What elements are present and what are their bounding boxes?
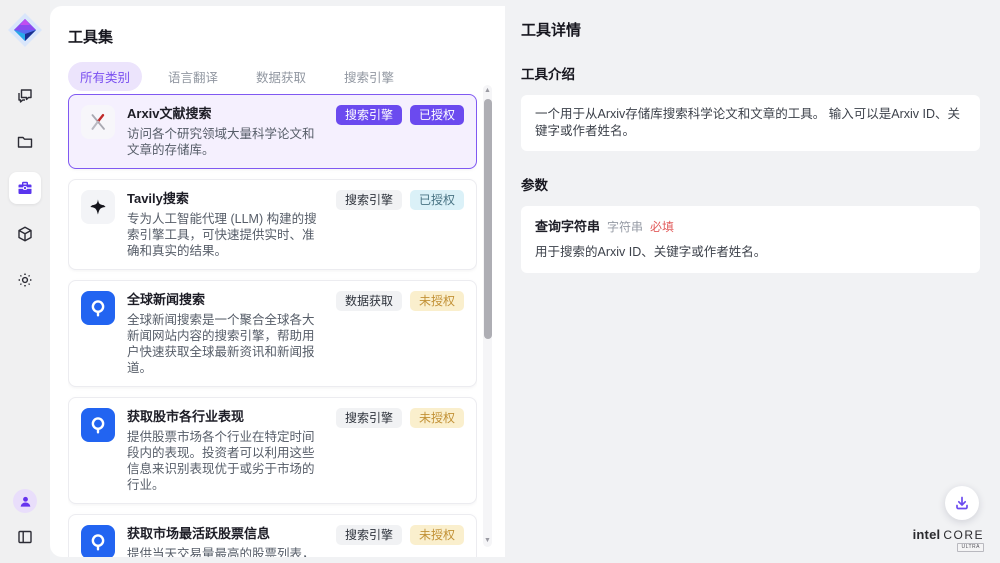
chat-icon: [16, 87, 34, 105]
list-scrollbar[interactable]: ▲ ▼: [483, 85, 492, 547]
tool-card[interactable]: 全球新闻搜索 全球新闻搜索是一个聚合全球各大新闻网站内容的搜索引擎，帮助用户快速…: [68, 280, 477, 387]
tool-card[interactable]: 获取股市各行业表现 提供股票市场各个行业在特定时间段内的表现。投资者可以利用这些…: [68, 397, 477, 504]
tool-badges: 搜索引擎 已授权: [336, 190, 464, 259]
news-search-icon: [87, 414, 109, 436]
auth-status-badge: 已授权: [410, 105, 464, 125]
tool-name: Arxiv文献搜索: [127, 105, 324, 122]
tool-description: 提供当天交易量最高的股票列表，投资者可以利用这些信息来识别流动性强的股票和潜在的…: [127, 546, 324, 557]
toolset-panel: 工具集 所有类别语言翻译数据获取搜索引擎: [50, 6, 505, 557]
tool-badges: 搜索引擎 未授权: [336, 525, 464, 557]
tool-name: 获取市场最活跃股票信息: [127, 525, 324, 542]
params-heading: 参数: [521, 174, 980, 194]
auth-status-badge: 未授权: [410, 291, 464, 311]
tool-description: 提供股票市场各个行业在特定时间段内的表现。投资者可以利用这些信息来识别表现优于或…: [127, 429, 324, 493]
category-badge: 搜索引擎: [336, 525, 402, 545]
intel-core-wordmark: intel core: [913, 527, 984, 542]
tool-badges: 数据获取 未授权: [336, 291, 464, 376]
tool-name: 全球新闻搜索: [127, 291, 324, 308]
param-name: 查询字符串: [535, 218, 600, 235]
param-head: 查询字符串 字符串 必填: [535, 218, 966, 236]
arxiv-icon: [87, 111, 109, 133]
tool-name: Tavily搜索: [127, 190, 324, 207]
tool-card[interactable]: Tavily搜索 专为人工智能代理 (LLM) 构建的搜索引擎工具，可快速提供实…: [68, 179, 477, 270]
sidebar-nav: [9, 80, 41, 296]
sidebar-bottom: [13, 489, 37, 549]
param-type: 字符串: [607, 219, 643, 236]
category-badge: 数据获取: [336, 291, 402, 311]
download-button[interactable]: [945, 486, 979, 520]
auth-status-badge: 未授权: [410, 408, 464, 428]
sidebar-item-toolbox[interactable]: [9, 172, 41, 204]
tool-name: 获取股市各行业表现: [127, 408, 324, 425]
tab-category-0[interactable]: 所有类别: [68, 62, 142, 91]
tool-icon: [81, 190, 115, 224]
cube-icon: [16, 225, 34, 243]
param-required-flag: 必填: [650, 219, 674, 236]
intel-text: intel: [913, 527, 941, 542]
sidebar-collapse-toggle[interactable]: [13, 525, 37, 549]
tool-details-panel: 工具详情 工具介绍 一个用于从Arxiv存储库搜索科学论文和文章的工具。 输入可…: [505, 0, 1000, 563]
tool-list: Arxiv文献搜索 访问各个研究领域大量科学论文和文章的存储库。 搜索引擎 已授…: [68, 94, 477, 557]
auth-status-badge: 未授权: [410, 525, 464, 545]
scroll-up-icon[interactable]: ▲: [483, 86, 492, 96]
category-tabs: 所有类别语言翻译数据获取搜索引擎: [68, 62, 505, 91]
user-avatar[interactable]: [13, 489, 37, 513]
tool-icon: [81, 291, 115, 325]
user-icon: [19, 495, 32, 508]
intro-card: 一个用于从Arxiv存储库搜索科学论文和文章的工具。 输入可以是Arxiv ID…: [521, 95, 980, 151]
sidebar-item-files[interactable]: [9, 126, 41, 158]
category-badge: 搜索引擎: [336, 190, 402, 210]
param-card: 查询字符串 字符串 必填 用于搜索的Arxiv ID、关键字或作者姓名。: [521, 206, 980, 273]
sidebar-item-chat[interactable]: [9, 80, 41, 112]
tool-card-body: Arxiv文献搜索 访问各个研究领域大量科学论文和文章的存储库。: [127, 105, 324, 158]
tool-card[interactable]: 获取市场最活跃股票信息 提供当天交易量最高的股票列表，投资者可以利用这些信息来识…: [68, 514, 477, 557]
intro-heading: 工具介绍: [521, 63, 980, 83]
sidebar-item-settings[interactable]: [9, 264, 41, 296]
tool-card-body: 获取股市各行业表现 提供股票市场各个行业在特定时间段内的表现。投资者可以利用这些…: [127, 408, 324, 493]
folder-icon: [16, 133, 34, 151]
tool-badges: 搜索引擎 未授权: [336, 408, 464, 493]
news-search-icon: [87, 297, 109, 319]
core-text: core: [943, 528, 984, 542]
app-sidebar: [0, 0, 50, 563]
tool-description: 全球新闻搜索是一个聚合全球各大新闻网站内容的搜索引擎，帮助用户快速获取全球最新资…: [127, 312, 324, 376]
category-badge: 搜索引擎: [336, 408, 402, 428]
tool-description: 专为人工智能代理 (LLM) 构建的搜索引擎工具，可快速提供实时、准确和真实的结…: [127, 211, 324, 259]
tool-icon: [81, 525, 115, 557]
tool-badges: 搜索引擎 已授权: [336, 105, 464, 158]
download-icon: [954, 495, 970, 511]
tavily-star-icon: [87, 196, 109, 218]
panel-toggle-icon: [16, 528, 34, 546]
tool-icon: [81, 408, 115, 442]
app-logo-icon: [7, 12, 43, 48]
tool-card-body: 获取市场最活跃股票信息 提供当天交易量最高的股票列表，投资者可以利用这些信息来识…: [127, 525, 324, 557]
toolbox-icon: [16, 179, 34, 197]
intel-core-logo: intel core ULTRA: [913, 527, 984, 552]
toolset-title: 工具集: [68, 26, 505, 47]
category-badge: 搜索引擎: [336, 105, 402, 125]
tool-description: 访问各个研究领域大量科学论文和文章的存储库。: [127, 126, 324, 158]
intro-text: 一个用于从Arxiv存储库搜索科学论文和文章的工具。 输入可以是Arxiv ID…: [535, 107, 960, 138]
tab-category-2[interactable]: 数据获取: [244, 62, 318, 91]
details-title: 工具详情: [521, 19, 980, 40]
tool-icon: [81, 105, 115, 139]
tab-category-1[interactable]: 语言翻译: [156, 62, 230, 91]
sidebar-item-packages[interactable]: [9, 218, 41, 250]
param-description: 用于搜索的Arxiv ID、关键字或作者姓名。: [535, 244, 966, 261]
scrollbar-thumb[interactable]: [484, 99, 492, 339]
tool-card-body: Tavily搜索 专为人工智能代理 (LLM) 构建的搜索引擎工具，可快速提供实…: [127, 190, 324, 259]
gear-icon: [16, 271, 34, 289]
tool-card-body: 全球新闻搜索 全球新闻搜索是一个聚合全球各大新闻网站内容的搜索引擎，帮助用户快速…: [127, 291, 324, 376]
tool-card[interactable]: Arxiv文献搜索 访问各个研究领域大量科学论文和文章的存储库。 搜索引擎 已授…: [68, 94, 477, 169]
tab-category-3[interactable]: 搜索引擎: [332, 62, 406, 91]
ultra-badge: ULTRA: [957, 543, 984, 552]
auth-status-badge: 已授权: [410, 190, 464, 210]
news-search-icon: [87, 531, 109, 553]
scroll-down-icon[interactable]: ▼: [483, 536, 492, 546]
